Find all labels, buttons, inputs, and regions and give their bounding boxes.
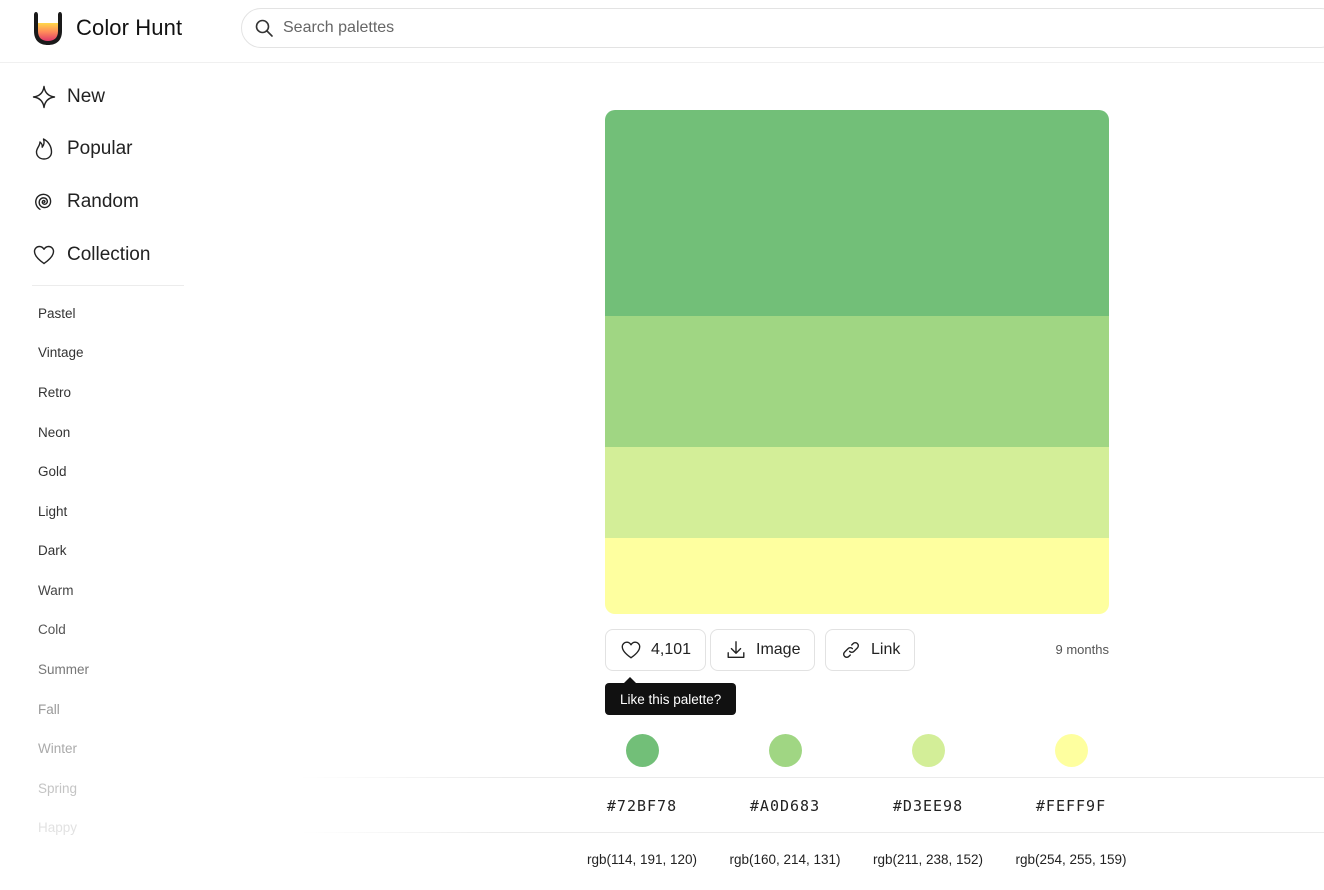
rgb-code-1[interactable]: rgb(114, 191, 120) [572, 852, 712, 867]
tag-happy[interactable]: Happy [38, 820, 77, 835]
tag-summer[interactable]: Summer [38, 662, 89, 677]
hex-code-4[interactable]: #FEFF9F [1006, 797, 1136, 815]
color-dot-3[interactable] [912, 734, 945, 767]
search-icon [255, 19, 273, 37]
palette-swatch-4[interactable] [605, 538, 1109, 614]
nav-label: Collection [67, 244, 151, 265]
search-bar[interactable] [241, 8, 1324, 48]
hex-code-2[interactable]: #A0D683 [720, 797, 850, 815]
tag-vintage[interactable]: Vintage [38, 345, 84, 360]
palette-swatch-3[interactable] [605, 447, 1109, 538]
sidebar-divider [32, 285, 184, 286]
tag-spring[interactable]: Spring [38, 781, 77, 796]
tag-warm[interactable]: Warm [38, 583, 74, 598]
download-image-button[interactable]: Image [710, 629, 816, 671]
tag-light[interactable]: Light [38, 504, 67, 519]
heart-icon [621, 641, 641, 659]
logo[interactable]: Color Hunt [30, 9, 182, 47]
color-dot-1[interactable] [626, 734, 659, 767]
rgb-code-3[interactable]: rgb(211, 238, 152) [858, 852, 998, 867]
nav-random[interactable]: Random [32, 190, 139, 214]
like-button[interactable]: 4,101 [605, 629, 707, 671]
tag-pastel[interactable]: Pastel [38, 306, 76, 321]
link-icon [843, 642, 859, 658]
nav-popular[interactable]: Popular [32, 137, 133, 161]
tag-gold[interactable]: Gold [38, 464, 67, 479]
tag-cold[interactable]: Cold [38, 622, 66, 637]
nav-new[interactable]: New [32, 85, 105, 109]
like-tooltip: Like this palette? [605, 677, 737, 715]
rgb-code-2[interactable]: rgb(160, 214, 131) [715, 852, 855, 867]
palette-card [605, 110, 1109, 614]
divider-line [300, 777, 1324, 778]
flame-icon [35, 138, 53, 160]
search-input[interactable] [281, 18, 1185, 38]
tag-neon[interactable]: Neon [38, 425, 70, 440]
like-count: 4,101 [651, 641, 692, 658]
link-button-label: Link [871, 641, 901, 658]
tag-winter[interactable]: Winter [38, 741, 77, 756]
hex-code-3[interactable]: #D3EE98 [863, 797, 993, 815]
tag-fall[interactable]: Fall [38, 702, 60, 717]
palette-swatch-2[interactable] [605, 316, 1109, 447]
tag-retro[interactable]: Retro [38, 385, 71, 400]
divider-line [300, 832, 1324, 833]
sparkle-icon [32, 85, 56, 109]
nav-label: Popular [67, 138, 133, 159]
palette-actions: 4,101 Image Link 9 months [605, 629, 1109, 671]
hex-code-1[interactable]: #72BF78 [577, 797, 707, 815]
download-icon [727, 641, 745, 659]
nav-collection[interactable]: Collection [32, 243, 150, 267]
copy-link-button[interactable]: Link [825, 629, 916, 671]
palette-swatch-1[interactable] [605, 110, 1109, 316]
palette-age: 9 months [1055, 642, 1109, 657]
nav-label: New [67, 86, 106, 107]
nav-label: Random [67, 191, 139, 212]
top-header: Color Hunt [0, 0, 1324, 63]
spiral-icon [35, 193, 52, 210]
rgb-code-4[interactable]: rgb(254, 255, 159) [1001, 852, 1141, 867]
app-name: Color Hunt [76, 15, 183, 40]
logo-icon [34, 12, 62, 45]
tag-dark[interactable]: Dark [38, 543, 67, 558]
heart-icon [33, 245, 55, 265]
color-dot-4[interactable] [1055, 734, 1088, 767]
image-button-label: Image [756, 641, 801, 658]
color-dot-2[interactable] [769, 734, 802, 767]
